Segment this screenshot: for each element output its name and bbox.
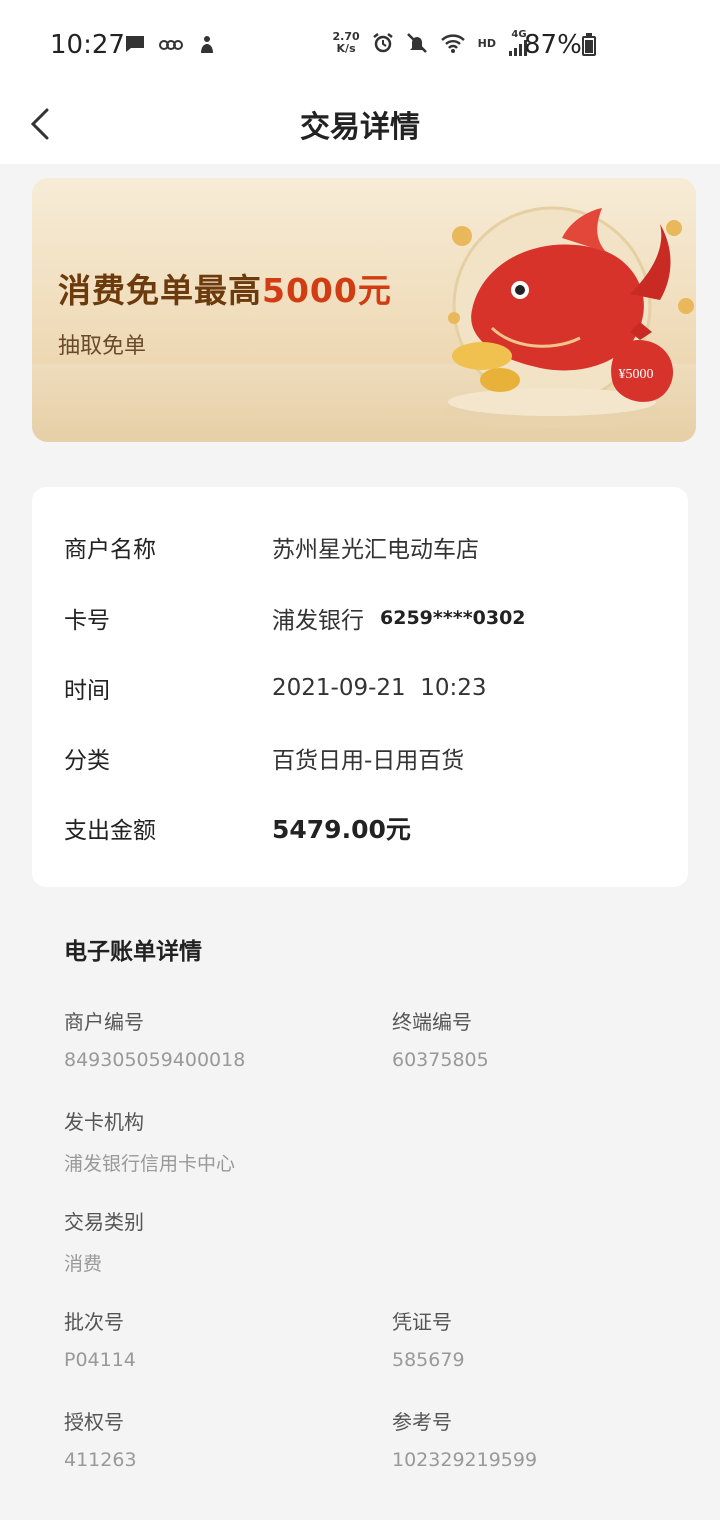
card-row: 卡号 浦发银行 6259****0302 xyxy=(64,598,526,638)
app-icon xyxy=(201,36,213,53)
banner-title: 消费免单最高5000元 xyxy=(58,264,392,312)
status-time: 10:27 xyxy=(50,30,125,60)
koi-fish-illustration: ¥5000 xyxy=(442,206,694,428)
mute-icon xyxy=(406,33,427,53)
net-speed: 2.70 K/s xyxy=(333,31,360,55)
status-left-icons xyxy=(124,33,218,55)
voucher-no-value: 585679 xyxy=(392,1349,465,1371)
txn-type-value: 消费 xyxy=(64,1253,103,1275)
voucher-no-field: 凭证号 585679 xyxy=(392,1306,465,1371)
amount-value: 5479.00元 xyxy=(272,815,411,844)
ebill-title: 电子账单详情 xyxy=(64,939,202,965)
status-bar: 10:27 2.70 K/s HD 4G 87% xyxy=(0,0,720,86)
time-label: 时间 xyxy=(64,678,110,704)
merchant-row: 商户名称 苏州星光汇电动车店 xyxy=(64,527,479,567)
net-speed-unit: K/s xyxy=(336,42,356,55)
batch-no-label: 批次号 xyxy=(64,1310,124,1334)
ref-no-field: 参考号 102329219599 xyxy=(392,1406,537,1471)
batch-no-value: P04114 xyxy=(64,1349,136,1371)
ref-no-value: 102329219599 xyxy=(392,1449,538,1471)
banner-subtitle: 抽取免单 xyxy=(58,334,147,359)
status-right-icons: 2.70 K/s HD 4G xyxy=(333,30,530,56)
time-row: 时间 2021-09-21 10:23 xyxy=(64,668,487,708)
nav-bar: 交易详情 xyxy=(0,86,720,164)
battery-percent: 87% xyxy=(524,30,582,60)
merchant-no-field: 商户编号 849305059400018 xyxy=(64,1006,245,1071)
ref-no-label: 参考号 xyxy=(392,1410,452,1434)
issuer-field: 发卡机构 浦发银行信用卡中心 xyxy=(64,1106,235,1176)
voucher-no-label: 凭证号 xyxy=(392,1310,452,1334)
category-value: 百货日用-日用百货 xyxy=(272,748,465,774)
terminal-no-value: 60375805 xyxy=(392,1049,489,1071)
app-icon xyxy=(159,40,183,50)
merchant-no-value: 849305059400018 xyxy=(64,1049,246,1071)
category-label: 分类 xyxy=(64,748,110,774)
card-label: 卡号 xyxy=(64,608,110,634)
auth-no-value: 411263 xyxy=(64,1449,137,1471)
hd-indicator: HD xyxy=(477,36,496,50)
txn-type-field: 交易类别 消费 xyxy=(64,1206,144,1276)
banner-title-prefix: 消费免单最高 xyxy=(58,271,262,310)
card-number: 6259****0302 xyxy=(380,607,526,629)
battery-icon xyxy=(582,33,596,56)
txn-type-label: 交易类别 xyxy=(64,1210,144,1234)
batch-no-field: 批次号 P04114 xyxy=(64,1306,136,1371)
promo-banner[interactable]: 消费免单最高5000元 抽取免单 ¥5000 xyxy=(32,178,696,442)
issuer-label: 发卡机构 xyxy=(64,1110,144,1134)
time-value: 2021-09-21 10:23 xyxy=(272,675,487,701)
merchant-value: 苏州星光汇电动车店 xyxy=(272,537,479,563)
auth-no-field: 授权号 411263 xyxy=(64,1406,137,1471)
page-title: 交易详情 xyxy=(300,110,420,145)
merchant-label: 商户名称 xyxy=(64,537,156,563)
transaction-detail-card: 商户名称 苏州星光汇电动车店 卡号 浦发银行 6259****0302 时间 2… xyxy=(32,487,688,887)
issuer-value: 浦发银行信用卡中心 xyxy=(64,1153,236,1175)
message-icon xyxy=(126,36,144,52)
banner-title-highlight: 5000元 xyxy=(262,271,392,310)
auth-no-label: 授权号 xyxy=(64,1410,124,1434)
card-bank: 浦发银行 xyxy=(272,608,364,634)
category-row: 分类 百货日用-日用百货 xyxy=(64,738,464,778)
amount-label: 支出金额 xyxy=(64,818,156,844)
amount-row: 支出金额 5479.00元 xyxy=(64,808,411,848)
wifi-icon xyxy=(440,34,465,53)
terminal-no-label: 终端编号 xyxy=(392,1010,472,1034)
merchant-no-label: 商户编号 xyxy=(64,1010,144,1034)
red-bag-label: ¥5000 xyxy=(619,367,654,382)
alarm-icon xyxy=(372,33,393,53)
terminal-no-field: 终端编号 60375805 xyxy=(392,1006,489,1071)
